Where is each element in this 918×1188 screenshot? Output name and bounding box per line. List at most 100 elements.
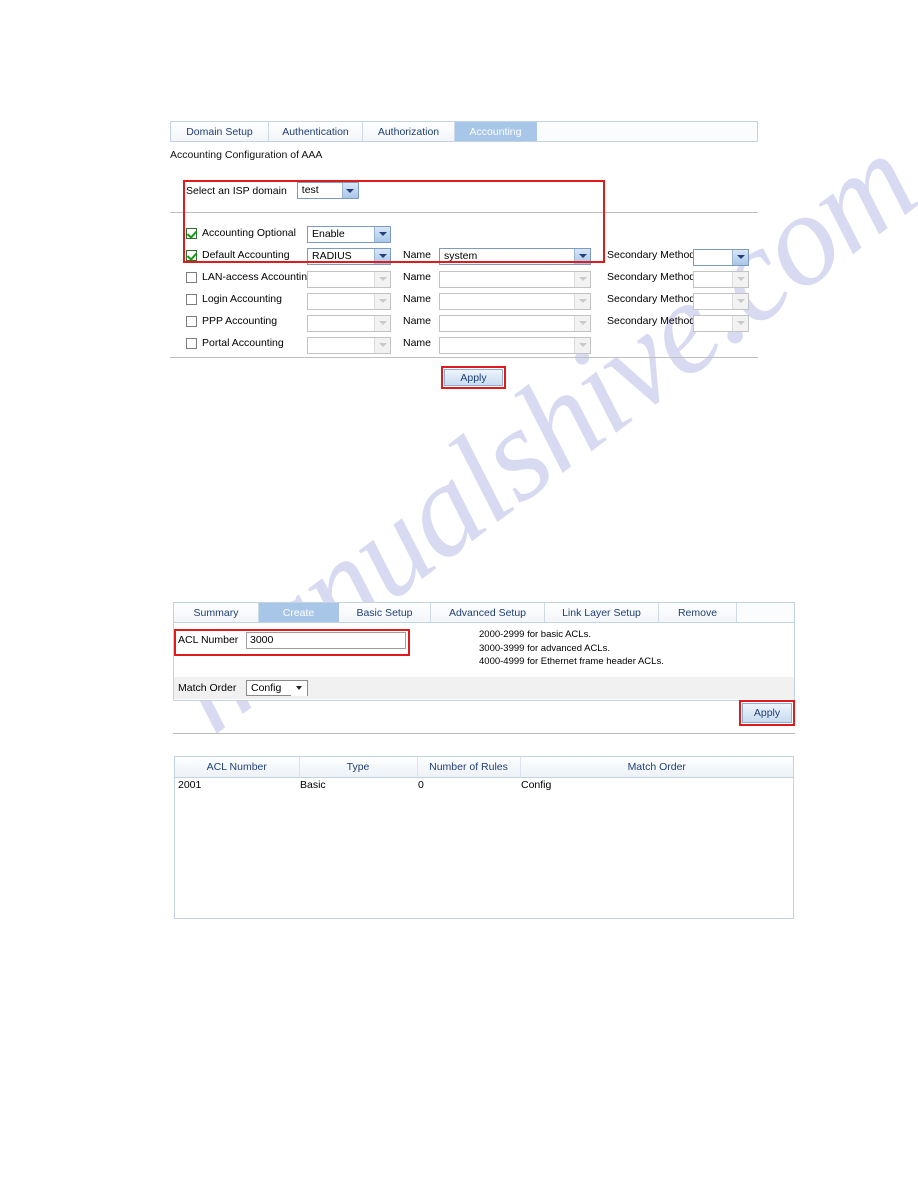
accounting-optional-method-value: Enable <box>312 227 345 240</box>
column-header-acl-number[interactable]: ACL Number <box>175 757 300 778</box>
isp-domain-label: Select an ISP domain <box>186 184 287 197</box>
acl-number-label: ACL Number <box>178 634 239 646</box>
portal-accounting-checkbox-cell[interactable]: Portal Accounting <box>170 337 307 349</box>
table-row[interactable]: 2001 Basic 0 Config <box>175 778 793 798</box>
login-accounting-checkbox[interactable] <box>186 293 197 305</box>
row-accounting-optional: Accounting Optional Enable <box>170 222 758 244</box>
column-header-match-order[interactable]: Match Order <box>520 757 793 778</box>
cell-acl-number: 2001 <box>178 779 202 791</box>
cell-number-of-rules: 0 <box>418 779 424 791</box>
tab-strip-filler <box>537 122 757 141</box>
portal-accounting-checkbox[interactable] <box>186 337 197 349</box>
acl-tab-strip-filler <box>737 603 794 622</box>
tab-basic-setup[interactable]: Basic Setup <box>339 603 431 622</box>
default-accounting-secondary-cell[interactable] <box>693 244 755 266</box>
isp-domain-select[interactable]: test <box>296 182 359 199</box>
accounting-optional-checkbox-cell[interactable]: Accounting Optional <box>170 227 307 239</box>
chevron-down-icon <box>374 293 390 309</box>
portal-accounting-name-label: Name <box>403 337 432 349</box>
chevron-down-icon <box>574 248 590 264</box>
login-accounting-name-select <box>439 292 591 310</box>
lan-access-accounting-checkbox[interactable] <box>186 271 197 283</box>
row-login-accounting: Login Accounting Name Secondary Method <box>170 288 758 310</box>
lan-access-accounting-secondary-select <box>693 270 749 288</box>
accounting-optional-checkbox[interactable] <box>186 227 197 239</box>
ppp-accounting-secondary-cell <box>693 310 755 332</box>
acl-apply-button[interactable]: Apply <box>742 703 792 723</box>
login-accounting-method-select <box>307 292 391 310</box>
default-accounting-name-cell[interactable]: system <box>439 246 597 265</box>
login-accounting-name-cell <box>439 288 597 310</box>
default-accounting-method-select[interactable]: RADIUS <box>307 247 391 265</box>
portal-accounting-label: Portal Accounting <box>202 337 284 349</box>
default-accounting-checkbox[interactable] <box>186 249 197 261</box>
default-accounting-name-label: Name <box>403 249 432 261</box>
column-header-number-of-rules[interactable]: Number of Rules <box>417 757 521 778</box>
chevron-down-icon <box>374 337 390 353</box>
aaa-accounting-form: Select an ISP domain test Accounting Opt… <box>170 178 758 364</box>
lan-access-accounting-method-cell <box>307 266 395 288</box>
tab-advanced-setup[interactable]: Advanced Setup <box>431 603 545 622</box>
default-accounting-checkbox-cell[interactable]: Default Accounting <box>170 249 307 261</box>
lan-access-accounting-checkbox-cell[interactable]: LAN-access Accounting <box>170 271 313 283</box>
portal-accounting-name-select <box>439 336 591 354</box>
tab-accounting[interactable]: Accounting <box>455 122 537 141</box>
tab-remove[interactable]: Remove <box>659 603 737 622</box>
ppp-accounting-secondary-label: Secondary Method <box>607 315 696 327</box>
aaa-apply-button[interactable]: Apply <box>444 369 503 386</box>
default-accounting-method-cell[interactable]: RADIUS <box>307 246 395 265</box>
tab-domain-setup[interactable]: Domain Setup <box>171 122 269 141</box>
tab-authentication[interactable]: Authentication <box>269 122 363 141</box>
ppp-accounting-method-select <box>307 314 391 332</box>
default-accounting-name-select[interactable]: system <box>439 247 591 265</box>
portal-accounting-method-cell <box>307 332 395 354</box>
default-accounting-secondary-label: Secondary Method <box>607 249 696 261</box>
chevron-down-icon <box>341 183 358 198</box>
acl-range-hint: 2000-2999 for basic ACLs. 3000-3999 for … <box>479 628 664 669</box>
match-order-select[interactable]: Config <box>246 680 308 696</box>
row-lan-access-accounting: LAN-access Accounting Name Secondary Met… <box>170 266 758 288</box>
accounting-method-rows: Accounting Optional Enable Default Accou… <box>170 222 758 354</box>
lan-access-accounting-name-label: Name <box>403 271 432 283</box>
tab-authorization[interactable]: Authorization <box>363 122 455 141</box>
acl-number-input[interactable]: 3000 <box>246 631 406 649</box>
chevron-down-icon <box>374 315 390 331</box>
chevron-down-icon <box>732 293 748 309</box>
default-accounting-label: Default Accounting <box>202 249 290 261</box>
ppp-accounting-method-cell <box>307 310 395 332</box>
accounting-optional-method-cell[interactable]: Enable <box>307 224 395 243</box>
chevron-down-icon <box>574 293 590 309</box>
default-accounting-secondary-select[interactable] <box>693 248 749 266</box>
cell-type: Basic <box>300 779 326 791</box>
lan-access-accounting-secondary-label: Secondary Method <box>607 271 696 283</box>
acl-create-form: ACL Number 3000 2000-2999 for basic ACLs… <box>173 623 795 701</box>
login-accounting-checkbox-cell[interactable]: Login Accounting <box>170 293 307 305</box>
chevron-down-icon <box>732 271 748 287</box>
acl-section-divider <box>173 733 795 734</box>
tab-create[interactable]: Create <box>259 603 339 622</box>
lan-access-accounting-name-select <box>439 270 591 288</box>
ppp-accounting-secondary-select <box>693 314 749 332</box>
ppp-accounting-checkbox-cell[interactable]: PPP Accounting <box>170 315 307 327</box>
login-accounting-method-cell <box>307 288 395 310</box>
ppp-accounting-checkbox[interactable] <box>186 315 197 327</box>
portal-accounting-name-cell <box>439 332 597 354</box>
tab-summary[interactable]: Summary <box>174 603 259 622</box>
chevron-down-icon <box>374 271 390 287</box>
accounting-optional-method-select[interactable]: Enable <box>307 225 391 243</box>
chevron-down-icon <box>732 315 748 331</box>
acl-tab-strip[interactable]: Summary Create Basic Setup Advanced Setu… <box>173 602 795 623</box>
column-header-type[interactable]: Type <box>299 757 418 778</box>
chevron-down-icon <box>291 680 307 696</box>
aaa-tab-strip[interactable]: Domain Setup Authentication Authorizatio… <box>170 121 758 142</box>
chevron-down-icon <box>574 337 590 353</box>
chevron-down-icon <box>732 249 748 265</box>
cell-match-order: Config <box>521 779 552 791</box>
aaa-page-title: Accounting Configuration of AAA <box>170 149 323 161</box>
tab-link-layer-setup[interactable]: Link Layer Setup <box>545 603 659 622</box>
row-default-accounting: Default Accounting RADIUS Name system Se… <box>170 244 758 266</box>
match-order-label: Match Order <box>178 682 237 694</box>
chevron-down-icon <box>374 248 390 264</box>
ppp-accounting-name-cell <box>439 310 597 332</box>
ppp-accounting-name-select <box>439 314 591 332</box>
